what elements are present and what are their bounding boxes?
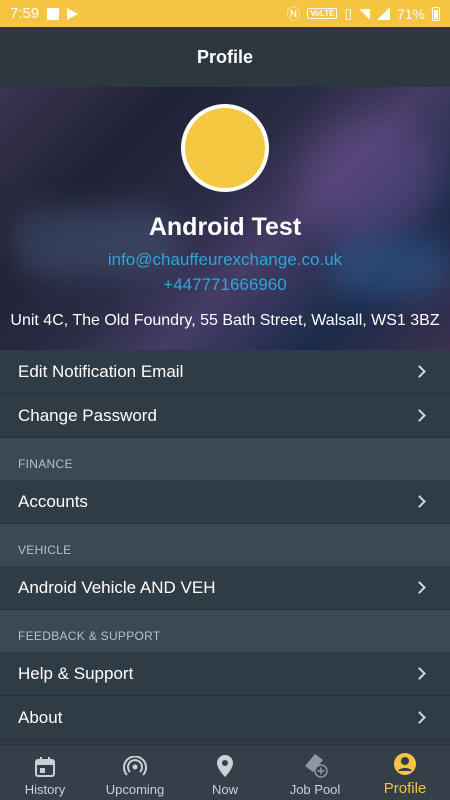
- vibrate-icon: ▯: [344, 5, 353, 21]
- profile-email-link[interactable]: info@chauffeurexchange.co.uk: [0, 250, 450, 270]
- tab-history[interactable]: History: [0, 745, 90, 800]
- app-header: Profile: [0, 27, 450, 87]
- list-item-label: Android Vehicle AND VEH: [18, 577, 216, 597]
- wifi-icon: ◥: [359, 5, 370, 21]
- chevron-right-icon: [413, 711, 426, 724]
- change-password-item[interactable]: Change Password: [0, 394, 450, 438]
- section-label: FEEDBACK & SUPPORT: [18, 629, 161, 643]
- chevron-right-icon: [413, 495, 426, 508]
- tab-label: Job Pool: [289, 782, 341, 797]
- nfc-icon: Ⓝ: [286, 5, 301, 22]
- location-pin-icon: [217, 755, 233, 777]
- stop-icon: [47, 7, 60, 20]
- tab-label: Upcoming: [105, 782, 165, 797]
- volte-icon: VoLTE: [307, 8, 338, 19]
- chevron-right-icon: [413, 365, 426, 378]
- about-item[interactable]: About: [0, 696, 450, 740]
- status-time: 7:59: [10, 5, 40, 22]
- broadcast-icon: [123, 756, 147, 776]
- user-circle-icon: [394, 753, 416, 775]
- avatar[interactable]: [181, 104, 269, 192]
- list-item-label: Accounts: [18, 491, 88, 511]
- tab-label: Profile: [383, 780, 427, 797]
- section-label: VEHICLE: [18, 543, 72, 557]
- page-title: Profile: [196, 46, 253, 67]
- accounts-item[interactable]: Accounts: [0, 480, 450, 524]
- signal-icon: [376, 7, 390, 20]
- status-bar: 7:59 Ⓝ VoLTE ▯ ◥ 71%: [0, 0, 450, 27]
- list-item-label: Help & Support: [18, 663, 134, 683]
- help-support-item[interactable]: Help & Support: [0, 652, 450, 696]
- chevron-right-icon: [413, 581, 426, 594]
- tab-upcoming[interactable]: Upcoming: [90, 745, 180, 800]
- vehicle-item[interactable]: Android Vehicle AND VEH: [0, 566, 450, 610]
- play-store-icon: [67, 7, 79, 20]
- tab-label: History: [24, 782, 66, 797]
- list-item-label: About: [18, 707, 63, 727]
- chevron-right-icon: [413, 409, 426, 422]
- profile-address: Unit 4C, The Old Foundry, 55 Bath Street…: [10, 312, 440, 329]
- ticket-add-icon: [305, 754, 328, 778]
- section-label: FINANCE: [18, 457, 73, 471]
- tab-job-pool[interactable]: Job Pool: [270, 745, 360, 800]
- profile-phone-link[interactable]: +447771666960: [0, 275, 450, 295]
- section-header-vehicle: VEHICLE: [0, 524, 450, 566]
- battery-level: 71%: [396, 5, 425, 22]
- bottom-tab-bar: History Upcoming Now Job Pool Profile: [0, 744, 450, 800]
- settings-list: Edit Notification Email Change Password …: [0, 350, 450, 740]
- section-header-finance: FINANCE: [0, 438, 450, 480]
- list-item-label: Change Password: [18, 405, 157, 425]
- tab-label: Now: [211, 782, 238, 797]
- chevron-right-icon: [413, 667, 426, 680]
- battery-icon: [432, 6, 440, 21]
- section-header-support: FEEDBACK & SUPPORT: [0, 610, 450, 652]
- calendar-icon: [35, 757, 55, 777]
- tab-now[interactable]: Now: [180, 745, 270, 800]
- profile-header: Android Test info@chauffeurexchange.co.u…: [0, 87, 450, 350]
- edit-notification-email-item[interactable]: Edit Notification Email: [0, 350, 450, 394]
- list-item-label: Edit Notification Email: [18, 361, 184, 381]
- tab-profile[interactable]: Profile: [360, 745, 450, 800]
- profile-name: Android Test: [148, 213, 302, 241]
